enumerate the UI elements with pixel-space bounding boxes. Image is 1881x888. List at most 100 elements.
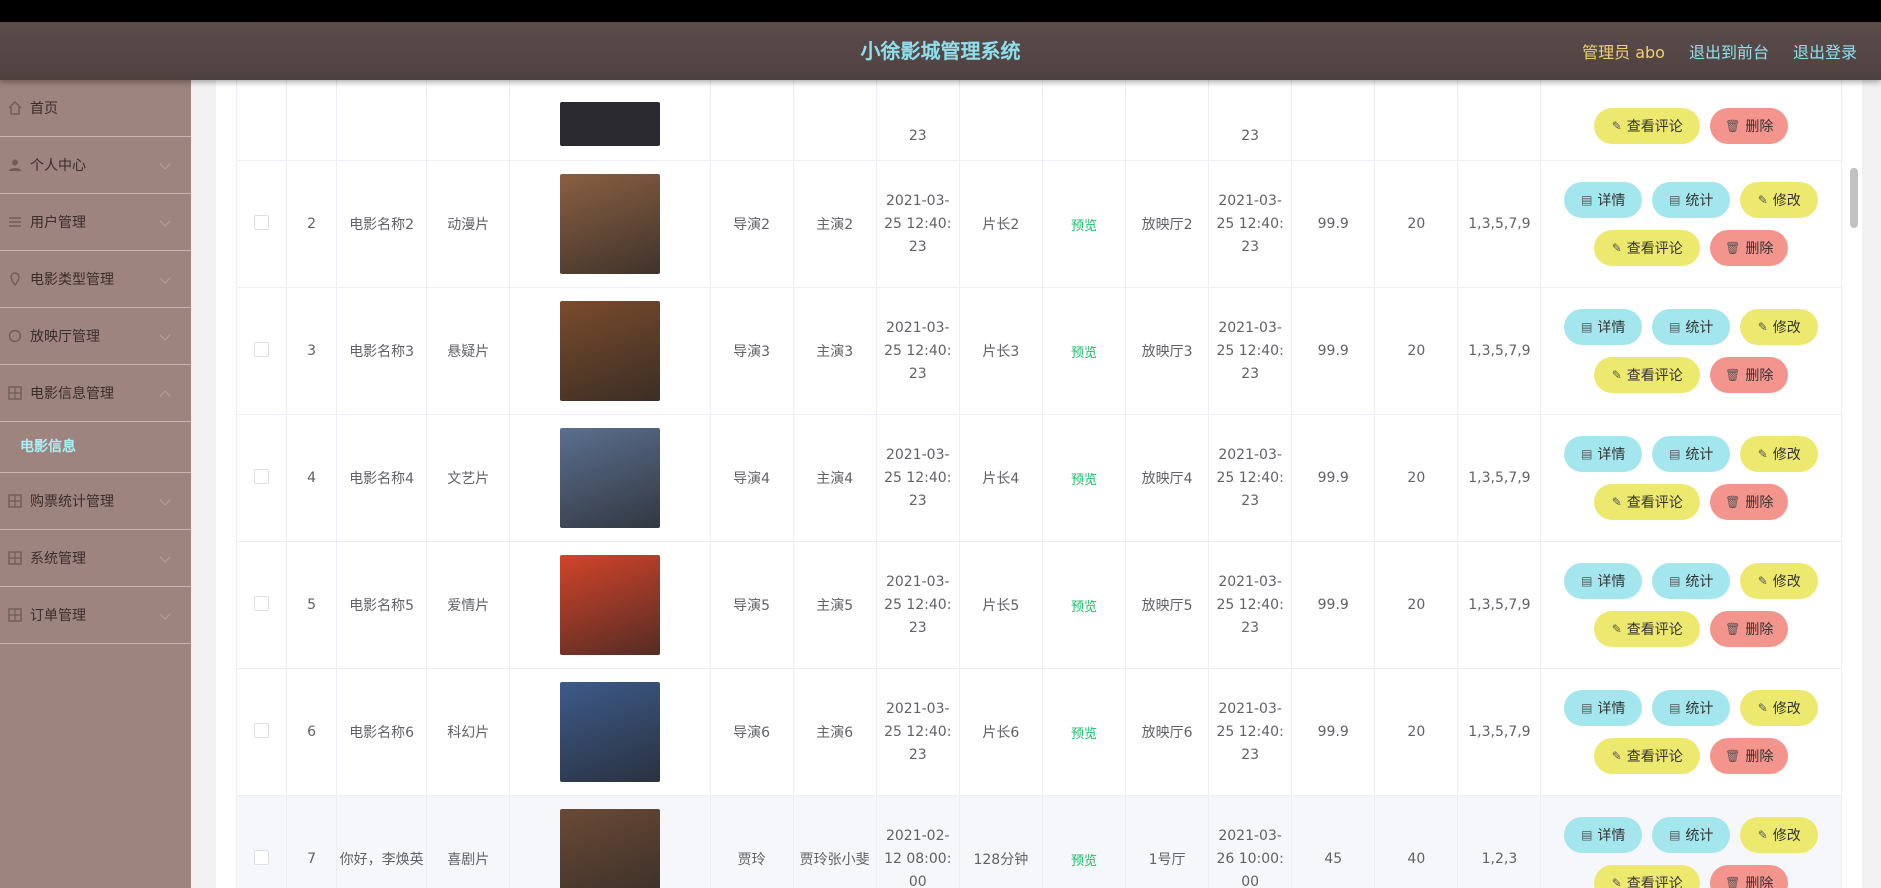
table-row: 23 23 ✎ 查看评论 🗑 删除 (235, 80, 1842, 161)
duration: 片长6 (982, 725, 1020, 741)
location-icon (8, 272, 22, 286)
logout-link[interactable]: 退出登录 (1793, 39, 1857, 63)
grid-icon (8, 386, 22, 400)
stats-button[interactable]: ▤ 统计 (1652, 309, 1731, 345)
delete-button[interactable]: 🗑 删除 (1710, 611, 1789, 647)
edit-button[interactable]: ✎ 修改 (1740, 436, 1819, 472)
sidebar-item-user-management[interactable]: 用户管理 (0, 194, 191, 251)
sidebar-item-label: 订单管理 (30, 608, 86, 624)
price: 99.9 (1317, 470, 1349, 486)
sidebar-item-system-management[interactable]: 系统管理 (0, 530, 191, 587)
hall: 放映厅5 (1141, 598, 1193, 614)
movie-poster (559, 174, 660, 274)
edit-button[interactable]: ✎ 修改 (1740, 817, 1819, 853)
view-comments-button[interactable]: ✎ 查看评论 (1594, 865, 1701, 888)
edit-button[interactable]: ✎ 修改 (1740, 309, 1819, 345)
trash-icon: 🗑 (1725, 241, 1741, 255)
price: 99.9 (1317, 724, 1349, 740)
edit-button[interactable]: ✎ 修改 (1740, 690, 1819, 726)
sidebar-item-home[interactable]: 首页 (0, 80, 191, 137)
table-row: 3 电影名称3 悬疑片 导演3 主演3 2021-03- 25 12:40: 23 … (235, 287, 1842, 415)
sidebar-item-movie-info-management[interactable]: 电影信息管理 (0, 365, 191, 422)
document-icon: ▤ (1581, 574, 1593, 588)
stats-button[interactable]: ▤ 统计 (1652, 436, 1731, 472)
movie-type: 悬疑片 (447, 344, 490, 360)
stats-button[interactable]: ▤ 统计 (1652, 817, 1731, 853)
view-comments-button[interactable]: ✎ 查看评论 (1594, 230, 1701, 266)
view-comments-button[interactable]: ✎ 查看评论 (1594, 484, 1701, 520)
delete-button[interactable]: 🗑 删除 (1710, 865, 1789, 888)
sidebar-item-label: 放映厅管理 (30, 329, 100, 345)
movie-name: 电影名称3 (349, 344, 415, 360)
director: 导演3 (733, 344, 771, 360)
movie-name: 你好，李焕英 (339, 852, 424, 868)
price: 99.9 (1317, 343, 1349, 359)
duration: 片长4 (982, 471, 1020, 487)
edit-button[interactable]: ✎ 修改 (1740, 563, 1819, 599)
detail-button[interactable]: ▤ 详情 (1564, 817, 1643, 853)
hall: 放映厅4 (1141, 471, 1193, 487)
movie-type: 文艺片 (447, 471, 490, 487)
stats-button[interactable]: ▤ 统计 (1652, 690, 1731, 726)
table-row: 2 电影名称2 动漫片 导演2 主演2 2021-03- 25 12:40: 23 … (235, 160, 1842, 288)
chevron-down-icon (159, 551, 171, 563)
edit-icon: ✎ (1757, 701, 1768, 715)
sidebar-item-label: 首页 (30, 101, 58, 117)
row-id: 4 (307, 470, 317, 486)
row-checkbox[interactable] (254, 468, 270, 484)
sidebar-item-order-management[interactable]: 订单管理 (0, 587, 191, 644)
row-id: 3 (307, 343, 317, 359)
director: 贾玲 (737, 852, 766, 868)
end-time: 2021-03- 25 12:40: 23 (1216, 319, 1284, 382)
weekdays: 1,3,5,7,9 (1468, 470, 1531, 486)
document-icon: ▤ (1669, 447, 1681, 461)
view-comments-button[interactable]: ✎ 查看评论 (1594, 738, 1701, 774)
scrollbar[interactable] (1850, 168, 1858, 228)
delete-button[interactable]: 🗑 删除 (1710, 108, 1789, 144)
sidebar-item-ticket-stats-management[interactable]: 购票统计管理 (0, 473, 191, 530)
show-time: 2021-03- 25 12:40: 23 (884, 700, 952, 763)
detail-button[interactable]: ▤ 详情 (1564, 436, 1643, 472)
circle-icon (8, 329, 22, 343)
weekdays: 1,3,5,7,9 (1468, 216, 1531, 232)
delete-button[interactable]: 🗑 删除 (1710, 738, 1789, 774)
price: 45 (1324, 851, 1343, 867)
row-checkbox[interactable] (254, 341, 270, 357)
row-checkbox[interactable] (254, 595, 270, 611)
edit-button[interactable]: ✎ 修改 (1740, 182, 1819, 218)
row-checkbox[interactable] (254, 214, 270, 230)
movie-type: 动漫片 (447, 217, 490, 233)
edit-icon: ✎ (1611, 368, 1622, 382)
stats-button[interactable]: ▤ 统计 (1652, 182, 1731, 218)
movie-name: 电影名称6 (349, 725, 415, 741)
delete-button[interactable]: 🗑 删除 (1710, 484, 1789, 520)
detail-button[interactable]: ▤ 详情 (1564, 309, 1643, 345)
stats-button[interactable]: ▤ 统计 (1652, 563, 1731, 599)
delete-button[interactable]: 🗑 删除 (1710, 230, 1789, 266)
home-icon (8, 101, 22, 115)
delete-button[interactable]: 🗑 删除 (1710, 357, 1789, 393)
view-comments-button[interactable]: ✎ 查看评论 (1594, 108, 1701, 144)
duration: 片长3 (982, 344, 1020, 360)
sidebar-subitem-movie-info[interactable]: 电影信息 (0, 422, 191, 473)
detail-button[interactable]: ▤ 详情 (1564, 563, 1643, 599)
sidebar-item-hall-management[interactable]: 放映厅管理 (0, 308, 191, 365)
header-actions: 管理员 abo 退出到前台 退出登录 (1582, 22, 1857, 80)
director: 导演4 (733, 471, 771, 487)
detail-button[interactable]: ▤ 详情 (1564, 182, 1643, 218)
row-checkbox[interactable] (254, 849, 270, 865)
sidebar-item-label: 系统管理 (30, 551, 86, 567)
edit-icon: ✎ (1757, 447, 1768, 461)
back-to-front-link[interactable]: 退出到前台 (1689, 39, 1769, 63)
view-comments-button[interactable]: ✎ 查看评论 (1594, 357, 1701, 393)
sidebar-item-movie-type-management[interactable]: 电影类型管理 (0, 251, 191, 308)
list-icon (8, 215, 22, 229)
sidebar-item-personal-center[interactable]: 个人中心 (0, 137, 191, 194)
edit-icon: ✎ (1611, 876, 1622, 888)
row-checkbox[interactable] (254, 722, 270, 738)
trash-icon: 🗑 (1725, 622, 1741, 636)
detail-button[interactable]: ▤ 详情 (1564, 690, 1643, 726)
trash-icon: 🗑 (1725, 495, 1741, 509)
view-comments-button[interactable]: ✎ 查看评论 (1594, 611, 1701, 647)
table-row: 7 你好，李焕英 喜剧片 贾玲 贾玲张小斐 2021-02- 12 08:00: 0… (235, 795, 1842, 888)
